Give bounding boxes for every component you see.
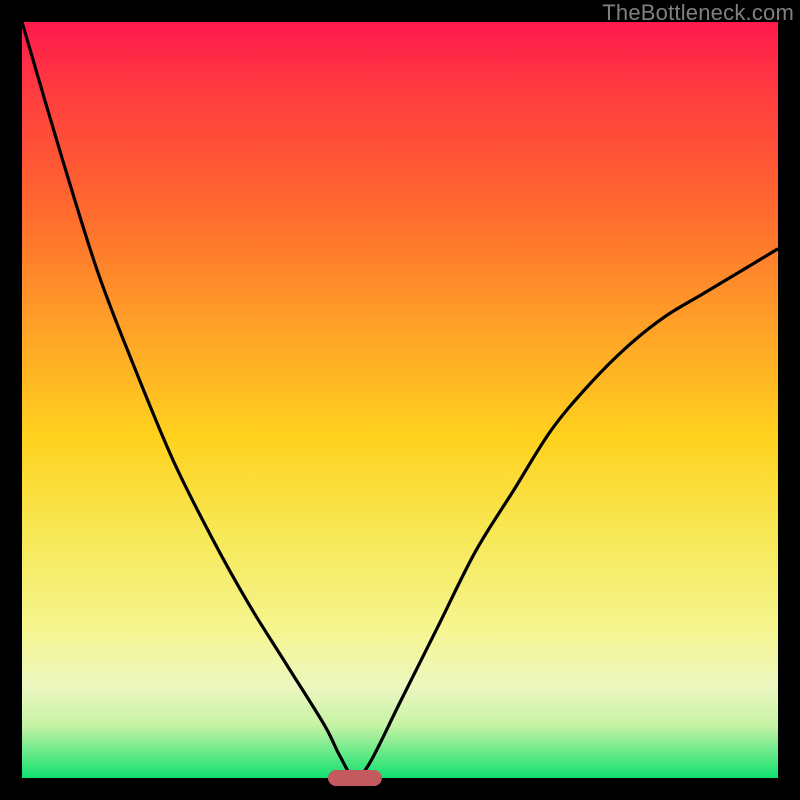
plot-area [22,22,778,778]
curve-path [22,22,778,778]
floor-marker [328,770,382,786]
chart-frame: TheBottleneck.com [0,0,800,800]
bottleneck-curve [22,22,778,778]
